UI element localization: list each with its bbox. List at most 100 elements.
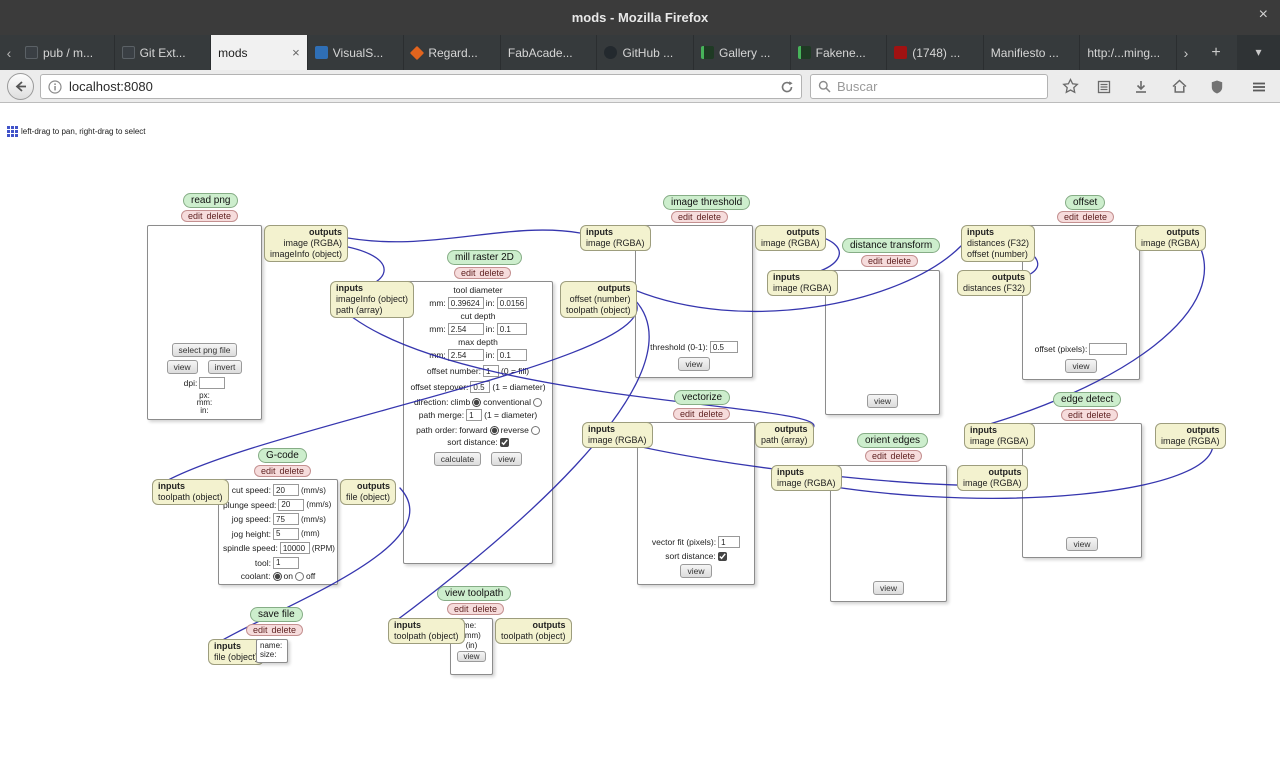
cut-depth-mm-input[interactable] — [447, 323, 484, 335]
cut-speed-input[interactable] — [273, 484, 299, 496]
module-vectorize-title[interactable]: vectorize — [674, 390, 731, 405]
distance-transform-view-button[interactable]: view — [866, 394, 898, 408]
delete-link[interactable]: delete — [887, 256, 912, 266]
output-port-toolpath[interactable]: toolpath (object) — [566, 305, 631, 316]
orient-edges-view-button[interactable]: view — [872, 581, 904, 595]
input-port-offset[interactable]: offset (number) — [967, 249, 1029, 260]
bookmark-star-icon[interactable] — [1061, 77, 1080, 96]
delete-link[interactable]: delete — [473, 604, 498, 614]
max-depth-in-input[interactable] — [496, 349, 527, 361]
input-port-image-rgba[interactable]: image (RGBA) — [586, 238, 645, 249]
edit-link[interactable]: edit — [454, 604, 469, 614]
delete-link[interactable]: delete — [1087, 410, 1112, 420]
select-png-file-button[interactable]: select png file — [171, 342, 238, 357]
view-toolpath-view-button[interactable]: view — [457, 651, 486, 662]
output-port-imageinfo[interactable]: imageInfo (object) — [270, 249, 342, 260]
max-depth-mm-input[interactable] — [447, 349, 484, 361]
offset-stepover-input[interactable] — [470, 381, 491, 393]
sort-distance-checkbox[interactable] — [717, 551, 727, 561]
tab-close-icon[interactable]: × — [292, 45, 300, 60]
edit-link[interactable]: edit — [261, 466, 276, 476]
tool-diameter-mm-input[interactable] — [447, 297, 484, 309]
url-text[interactable]: localhost:8080 — [69, 79, 773, 94]
module-save-file-title[interactable]: save file — [250, 607, 303, 622]
read-png-invert-button[interactable]: invert — [207, 359, 243, 374]
jog-height-input[interactable] — [273, 527, 299, 540]
edit-link[interactable]: edit — [872, 451, 887, 461]
input-port-image-rgba[interactable]: image (RGBA) — [773, 283, 832, 294]
read-png-view-button[interactable]: view — [166, 359, 198, 374]
output-port-image-rgba[interactable]: image (RGBA) — [963, 478, 1022, 489]
vector-fit-input[interactable] — [718, 536, 741, 548]
threshold-input[interactable] — [709, 341, 738, 353]
jog-speed-input[interactable] — [273, 513, 299, 525]
delete-link[interactable]: delete — [207, 211, 232, 221]
reload-icon[interactable] — [780, 80, 794, 94]
edit-link[interactable]: edit — [680, 409, 695, 419]
plunge-speed-input[interactable] — [278, 498, 305, 511]
bookmarks-menu-icon[interactable] — [1094, 77, 1113, 96]
direction-conventional-radio[interactable] — [533, 397, 543, 407]
tab-regard[interactable]: Regard... — [404, 35, 501, 70]
module-offset-title[interactable]: offset — [1065, 195, 1106, 210]
delete-link[interactable]: delete — [480, 268, 505, 278]
tab-manifiesto[interactable]: Manifiesto ... — [984, 35, 1081, 70]
home-icon[interactable] — [1170, 77, 1189, 96]
module-mill-raster-title[interactable]: mill raster 2D — [447, 250, 522, 265]
output-port-path[interactable]: path (array) — [761, 435, 808, 446]
all-tabs-button[interactable]: ▾ — [1237, 35, 1280, 70]
vectorize-view-button[interactable]: view — [680, 564, 712, 578]
input-port-path[interactable]: path (array) — [336, 305, 408, 316]
input-port-toolpath[interactable]: toolpath (object) — [158, 492, 223, 503]
back-button[interactable] — [7, 73, 34, 100]
input-port-image-rgba[interactable]: image (RGBA) — [970, 436, 1029, 447]
edit-link[interactable]: edit — [1068, 410, 1083, 420]
tab-fabacademy[interactable]: FabAcade... — [501, 35, 598, 70]
new-tab-button[interactable]: + — [1195, 44, 1237, 62]
tab-visualstudio[interactable]: VisualS... — [308, 35, 405, 70]
tab-github[interactable]: GitHub ... — [597, 35, 695, 70]
tab-gallery[interactable]: Gallery ... — [694, 35, 791, 70]
path-order-reverse-radio[interactable] — [530, 425, 540, 435]
tool-input[interactable] — [273, 556, 299, 569]
mill-raster-view-button[interactable]: view — [491, 452, 523, 466]
edge-detect-view-button[interactable]: view — [1066, 537, 1098, 551]
input-port-toolpath[interactable]: toolpath (object) — [394, 631, 459, 642]
output-port-image-rgba[interactable]: image (RGBA) — [1161, 436, 1220, 447]
module-orient-edges-title[interactable]: orient edges — [857, 433, 929, 448]
window-close-button[interactable]: × — [1259, 7, 1268, 23]
module-edge-detect-title[interactable]: edge detect — [1053, 392, 1122, 407]
offset-view-button[interactable]: view — [1065, 359, 1097, 373]
delete-link[interactable]: delete — [891, 451, 916, 461]
shield-icon[interactable] — [1207, 77, 1226, 96]
output-port-image-rgba[interactable]: image (RGBA) — [761, 238, 820, 249]
tab-scroll-right-button[interactable]: › — [1177, 45, 1195, 61]
tab-http-ming[interactable]: http:/...ming... — [1080, 35, 1177, 70]
tab-fakene[interactable]: Fakene... — [791, 35, 888, 70]
output-port-distances[interactable]: distances (F32) — [963, 283, 1025, 294]
input-port-distances[interactable]: distances (F32) — [967, 238, 1029, 249]
delete-link[interactable]: delete — [280, 466, 305, 476]
tab-pub[interactable]: pub / m... — [18, 35, 115, 70]
tab-mods-active[interactable]: mods × — [211, 35, 308, 70]
path-merge-input[interactable] — [466, 409, 483, 421]
input-port-imageinfo[interactable]: imageInfo (object) — [336, 294, 408, 305]
image-threshold-view-button[interactable]: view — [678, 357, 710, 371]
edit-link[interactable]: edit — [678, 212, 693, 222]
module-gcode-title[interactable]: G-code — [258, 448, 307, 463]
module-view-toolpath-title[interactable]: view toolpath — [437, 586, 512, 601]
tab-scroll-left-button[interactable]: ‹ — [0, 35, 18, 70]
tab-git-extensions[interactable]: Git Ext... — [115, 35, 212, 70]
output-port-offset[interactable]: offset (number) — [566, 294, 631, 305]
input-port-file[interactable]: file (object) — [214, 652, 258, 663]
output-port-file[interactable]: file (object) — [346, 492, 390, 503]
direction-climb-radio[interactable] — [472, 397, 482, 407]
module-image-threshold-title[interactable]: image threshold — [663, 195, 751, 210]
edit-link[interactable]: edit — [868, 256, 883, 266]
tab-notifications[interactable]: (1748) ... — [887, 35, 984, 70]
module-read-png-title[interactable]: read png — [183, 193, 239, 208]
offset-pixels-input[interactable] — [1089, 343, 1128, 355]
edit-link[interactable]: edit — [253, 625, 268, 635]
coolant-off-radio[interactable] — [294, 571, 304, 581]
edit-link[interactable]: edit — [188, 211, 203, 221]
